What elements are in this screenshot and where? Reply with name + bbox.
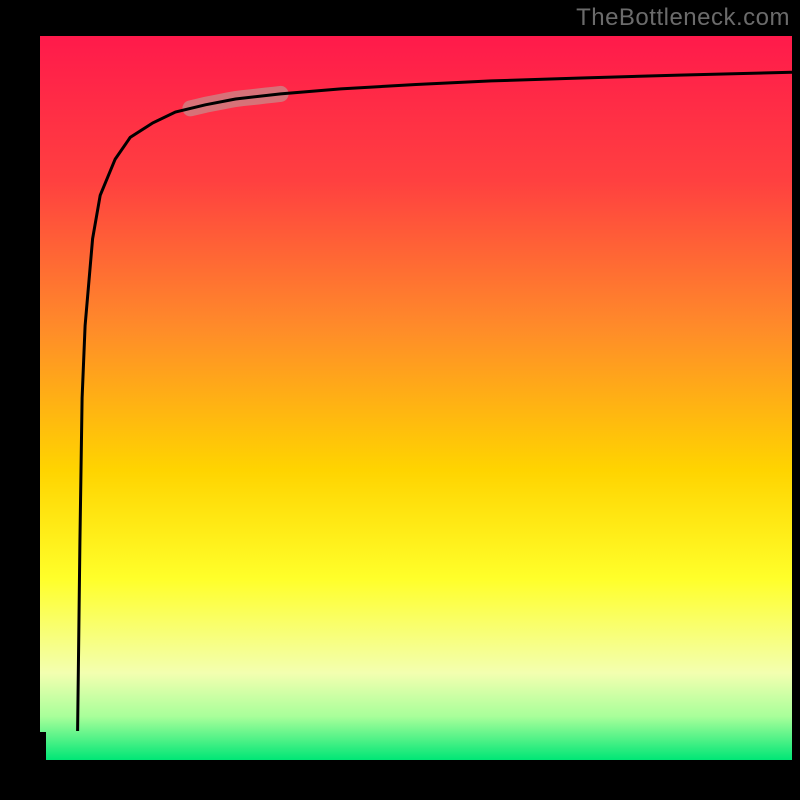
bottleneck-chart <box>0 0 800 800</box>
watermark-text: TheBottleneck.com <box>576 4 790 32</box>
chart-root: TheBottleneck.com <box>0 0 800 800</box>
plot-background <box>40 36 792 760</box>
